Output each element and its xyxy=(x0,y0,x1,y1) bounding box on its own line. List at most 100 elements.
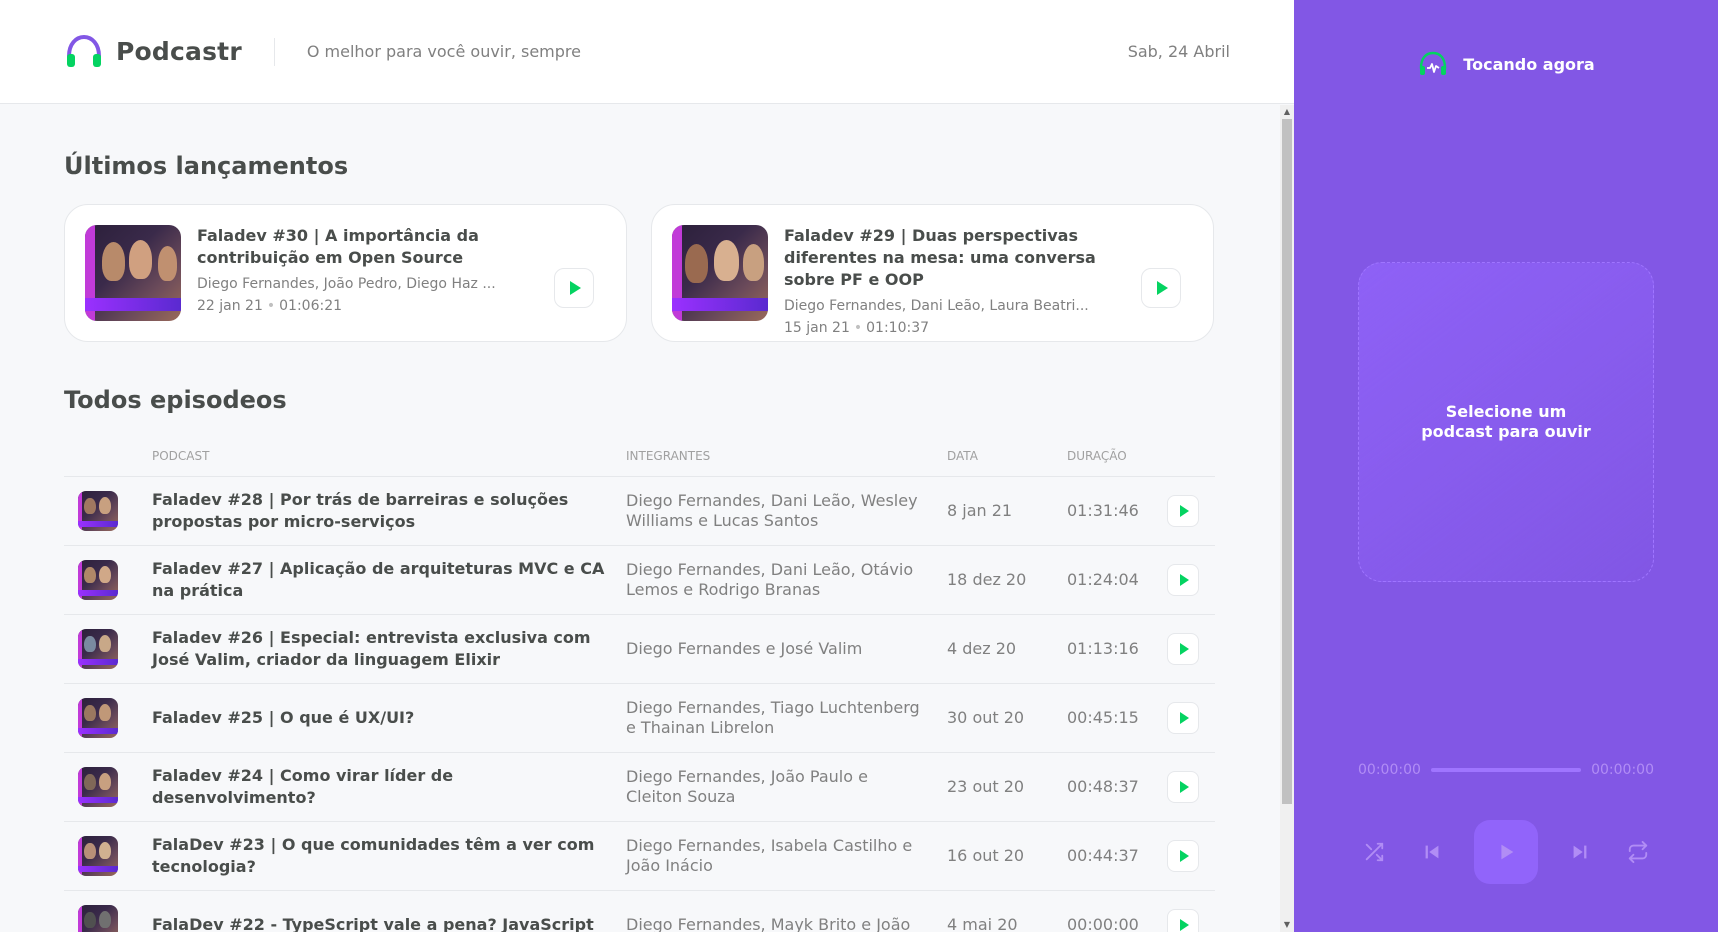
episode-meta: 22 jan 21 • 01:06:21 xyxy=(197,298,526,314)
play-episode-button[interactable] xyxy=(1167,494,1199,527)
scrollbar[interactable]: ▲ ▼ xyxy=(1280,105,1294,932)
scrollbar-thumb[interactable] xyxy=(1282,119,1292,804)
now-playing-heading: Tocando agora xyxy=(1463,54,1595,74)
episode-members: Diego Fernandes, João Pedro, Diego Haz .… xyxy=(197,276,496,292)
shuffle-button[interactable] xyxy=(1358,836,1390,868)
episode-title-link[interactable]: Faladev #29 | Duas perspectivas diferent… xyxy=(784,225,1113,291)
app-name: Podcastr xyxy=(116,37,242,66)
play-pause-button[interactable] xyxy=(1474,820,1538,884)
play-icon xyxy=(1501,844,1514,860)
table-cell-duration: 01:31:46 xyxy=(1067,476,1167,546)
skip-previous-icon xyxy=(1425,845,1439,859)
episode-title-link[interactable]: Faladev #26 | Especial: entrevista exclu… xyxy=(152,628,591,669)
tagline: O melhor para você ouvir, sempre xyxy=(306,42,581,61)
table-cell-title: FalaDev #22 - TypeScript vale a pena? Ja… xyxy=(152,890,626,932)
progress-track[interactable] xyxy=(1430,768,1582,772)
table-row[interactable]: FalaDev #22 - TypeScript vale a pena? Ja… xyxy=(64,890,1215,932)
header-spacer xyxy=(1167,436,1215,477)
episode-date: 22 jan 21 xyxy=(197,298,263,314)
table-cell-action xyxy=(1167,614,1215,684)
episode-meta: 15 jan 21 • 01:10:37 xyxy=(784,320,1113,336)
episode-title-link[interactable]: Faladev #27 | Aplicação de arquiteturas … xyxy=(152,559,604,600)
latest-episode-card[interactable]: Faladev #29 | Duas perspectivas diferent… xyxy=(651,204,1214,342)
table-cell-date: 23 out 20 xyxy=(947,752,1067,822)
episode-thumbnail[interactable] xyxy=(78,697,118,738)
play-icon xyxy=(1180,504,1189,517)
table-row[interactable]: FalaDev #23 | O que comunidades têm a ve… xyxy=(64,821,1215,891)
meta-separator: • xyxy=(266,298,276,314)
header-spacer xyxy=(64,436,152,477)
episode-title-link[interactable]: Faladev #24 | Como virar líder de desenv… xyxy=(152,766,453,807)
play-episode-button[interactable] xyxy=(1141,268,1181,308)
previous-button[interactable] xyxy=(1416,836,1448,868)
table-header-row: Podcast Integrantes Data Duração xyxy=(64,436,1215,477)
latest-episode-card[interactable]: Faladev #30 | A importância da contribui… xyxy=(64,204,627,342)
scroll-down-arrow-icon[interactable]: ▼ xyxy=(1280,918,1294,932)
episode-thumbnail[interactable] xyxy=(78,559,118,600)
play-icon xyxy=(1180,573,1189,586)
episode-thumbnail[interactable] xyxy=(78,835,118,876)
episode-title-link[interactable]: Faladev #25 | O que é UX/UI? xyxy=(152,708,414,727)
play-episode-button[interactable] xyxy=(1167,770,1199,803)
play-episode-button[interactable] xyxy=(1167,908,1199,932)
table-cell-duration: 01:13:16 xyxy=(1067,614,1167,684)
play-icon xyxy=(1180,849,1189,862)
table-row[interactable]: Faladev #24 | Como virar líder de desenv… xyxy=(64,752,1215,822)
episode-thumbnail[interactable] xyxy=(78,628,118,669)
episode-thumbnail[interactable] xyxy=(78,904,118,932)
play-episode-button[interactable] xyxy=(1167,701,1199,734)
episode-title-link[interactable]: FalaDev #23 | O que comunidades têm a ve… xyxy=(152,835,594,876)
episode-members: Diego Fernandes, Dani Leão, Laura Beatri… xyxy=(784,298,1089,314)
skip-next-icon xyxy=(1573,845,1587,859)
table-cell-members: Diego Fernandes, João Paulo e Cleiton So… xyxy=(626,752,947,822)
play-episode-button[interactable] xyxy=(1167,563,1199,596)
column-header-podcast: Podcast xyxy=(152,436,626,477)
repeat-button[interactable] xyxy=(1622,836,1654,868)
table-cell-date: 8 jan 21 xyxy=(947,476,1067,546)
table-cell-date: 4 dez 20 xyxy=(947,614,1067,684)
play-episode-button[interactable] xyxy=(554,268,594,308)
current-date: Sab, 24 Abril xyxy=(1127,42,1230,61)
table-cell-thumbnail xyxy=(64,821,152,891)
episode-duration: 01:06:21 xyxy=(279,298,343,314)
episode-thumbnail[interactable] xyxy=(78,490,118,531)
table-cell-action xyxy=(1167,890,1215,932)
table-cell-date: 30 out 20 xyxy=(947,683,1067,753)
table-cell-duration: 00:45:15 xyxy=(1067,683,1167,753)
table-cell-members: Diego Fernandes e José Valim xyxy=(626,614,947,684)
table-cell-thumbnail xyxy=(64,683,152,753)
next-button[interactable] xyxy=(1564,836,1596,868)
table-cell-thumbnail xyxy=(64,476,152,546)
episode-title-link[interactable]: Faladev #30 | A importância da contribui… xyxy=(197,225,526,269)
episode-date: 15 jan 21 xyxy=(784,320,850,336)
play-icon xyxy=(1180,918,1189,931)
table-cell-title: Faladev #25 | O que é UX/UI? xyxy=(152,683,626,753)
header-divider xyxy=(273,37,275,66)
scroll-up-arrow-icon[interactable]: ▲ xyxy=(1280,105,1294,119)
total-time: 00:00:00 xyxy=(1591,762,1654,778)
play-episode-button[interactable] xyxy=(1167,839,1199,872)
play-episode-button[interactable] xyxy=(1167,632,1199,665)
player-header: Tocando agora xyxy=(1294,48,1718,80)
episode-thumbnail[interactable] xyxy=(672,225,768,321)
table-row[interactable]: Faladev #25 | O que é UX/UI? Diego Ferna… xyxy=(64,683,1215,753)
episode-title-link[interactable]: Faladev #28 | Por trás de barreiras e so… xyxy=(152,490,568,531)
meta-separator: • xyxy=(853,320,863,336)
episode-title-link[interactable]: FalaDev #22 - TypeScript vale a pena? Ja… xyxy=(152,915,594,932)
latest-episodes: Faladev #30 | A importância da contribui… xyxy=(64,204,1216,342)
table-cell-members: Diego Fernandes, Isabela Castilho e João… xyxy=(626,821,947,891)
table-row[interactable]: Faladev #26 | Especial: entrevista exclu… xyxy=(64,614,1215,684)
table-row[interactable]: Faladev #28 | Por trás de barreiras e so… xyxy=(64,476,1215,546)
episode-thumbnail[interactable] xyxy=(78,766,118,807)
table-cell-members: Diego Fernandes, Dani Leão, Wesley Willi… xyxy=(626,476,947,546)
episode-thumbnail[interactable] xyxy=(85,225,181,321)
logo[interactable]: Podcastr xyxy=(64,32,242,72)
play-icon xyxy=(570,281,581,295)
play-icon xyxy=(1180,780,1189,793)
table-cell-members: Diego Fernandes, Mayk Brito e João xyxy=(626,890,947,932)
table-row[interactable]: Faladev #27 | Aplicação de arquiteturas … xyxy=(64,545,1215,615)
headphones-playing-icon xyxy=(1420,51,1447,75)
latest-section-title: Últimos lançamentos xyxy=(64,152,349,180)
content: Últimos lançamentos Faladev #30 | A impo… xyxy=(0,105,1280,932)
main-area: Podcastr O melhor para você ouvir, sempr… xyxy=(0,0,1294,932)
